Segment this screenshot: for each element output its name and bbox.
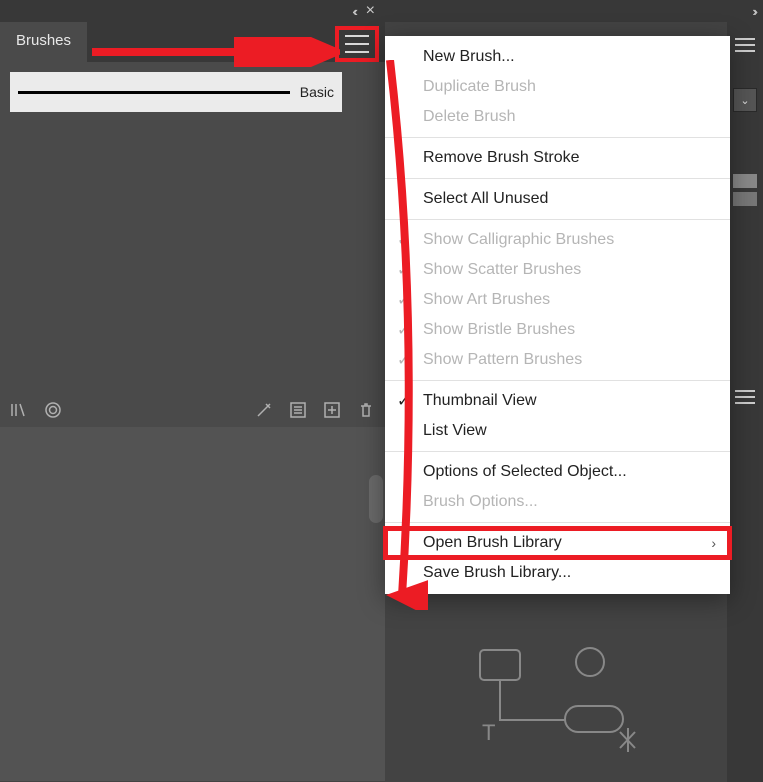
menu-item-show-calligraphic: ✓ Show Calligraphic Brushes (385, 225, 730, 255)
panel-topbar-left: ‹‹ × (0, 0, 385, 22)
menu-item-save-brush-library[interactable]: Save Brush Library... (385, 558, 730, 588)
menu-item-label: Save Brush Library... (423, 564, 571, 582)
brushes-panel: Brushes Basic (0, 22, 385, 427)
hamburger-icon[interactable] (735, 390, 755, 404)
menu-item-show-pattern: ✓ Show Pattern Brushes (385, 345, 730, 375)
menu-item-remove-brush-stroke[interactable]: Remove Brush Stroke (385, 143, 730, 173)
dropdown-toggle[interactable]: ⌄ (733, 88, 757, 112)
swatch-block[interactable] (733, 174, 757, 188)
menu-item-label: Options of Selected Object... (423, 463, 627, 481)
menu-item-label: New Brush... (423, 48, 515, 66)
menu-item-label: Brush Options... (423, 493, 538, 511)
menu-separator (385, 178, 730, 179)
library-icon[interactable] (10, 401, 28, 419)
menu-item-label: Open Brush Library (423, 534, 562, 552)
menu-item-thumbnail-view[interactable]: ✓ Thumbnail View (385, 386, 730, 416)
menu-item-options-selected[interactable]: Options of Selected Object... (385, 457, 730, 487)
remove-stroke-icon[interactable] (255, 401, 273, 419)
menu-item-label: Delete Brush (423, 108, 516, 126)
canvas-area (0, 427, 385, 781)
close-icon[interactable]: × (366, 2, 375, 20)
menu-item-label: Show Art Brushes (423, 291, 550, 309)
brush-stroke-preview (18, 91, 290, 94)
tab-brushes[interactable]: Brushes (0, 22, 87, 62)
menu-item-label: Show Pattern Brushes (423, 351, 582, 369)
menu-item-brush-options: Brush Options... (385, 487, 730, 517)
new-brush-icon[interactable] (323, 401, 341, 419)
menu-item-show-art: ✓ Show Art Brushes (385, 285, 730, 315)
panel-menu-wrap (329, 22, 385, 62)
menu-item-new-brush[interactable]: New Brush... (385, 42, 730, 72)
menu-item-label: List View (423, 422, 487, 440)
check-icon: ✓ (397, 391, 410, 411)
brush-label: Basic (300, 84, 334, 100)
menu-separator (385, 137, 730, 138)
menu-item-label: Thumbnail View (423, 392, 537, 410)
menu-item-duplicate-brush: Duplicate Brush (385, 72, 730, 102)
check-icon: ✓ (397, 320, 410, 340)
svg-text:T: T (482, 720, 495, 745)
chevron-right-icon: › (711, 535, 716, 551)
libraries-cloud-icon[interactable] (44, 401, 62, 419)
menu-separator (385, 522, 730, 523)
check-icon: ✓ (397, 230, 410, 250)
menu-item-show-bristle: ✓ Show Bristle Brushes (385, 315, 730, 345)
menu-separator (385, 380, 730, 381)
menu-item-open-brush-library[interactable]: Open Brush Library › (385, 528, 730, 558)
annotation-highlight-menu-button (335, 26, 379, 62)
brush-swatch-basic[interactable]: Basic (10, 72, 342, 112)
panel-menu-button[interactable] (345, 35, 369, 53)
brush-list-area: Basic (0, 62, 385, 122)
scrollbar-handle[interactable] (369, 475, 383, 523)
right-panel-strip: ⌄ (727, 22, 763, 782)
brushes-flyout-menu: New Brush... Duplicate Brush Delete Brush R… (385, 36, 730, 594)
brushes-panel-footer (0, 393, 385, 427)
brushes-tabbar: Brushes (0, 22, 385, 62)
options-icon[interactable] (289, 401, 307, 419)
menu-separator (385, 451, 730, 452)
menu-item-select-all-unused[interactable]: Select All Unused (385, 184, 730, 214)
check-icon: ✓ (397, 350, 410, 370)
collapse-icon[interactable]: ‹‹ (352, 4, 355, 19)
hamburger-icon[interactable] (735, 38, 755, 52)
menu-item-label: Remove Brush Stroke (423, 149, 580, 167)
menu-item-label: Duplicate Brush (423, 78, 536, 96)
menu-item-label: Show Calligraphic Brushes (423, 231, 614, 249)
background-artwork: T (470, 640, 660, 765)
expand-icon[interactable]: ›› (752, 4, 755, 19)
menu-item-label: Select All Unused (423, 190, 548, 208)
menu-separator (385, 219, 730, 220)
menu-item-list-view[interactable]: List View (385, 416, 730, 446)
panel-topbar-right: ›› (385, 0, 763, 22)
check-icon: ✓ (397, 290, 410, 310)
menu-item-label: Show Bristle Brushes (423, 321, 575, 339)
delete-icon[interactable] (357, 401, 375, 419)
swatch-block[interactable] (733, 192, 757, 206)
menu-item-show-scatter: ✓ Show Scatter Brushes (385, 255, 730, 285)
menu-item-delete-brush: Delete Brush (385, 102, 730, 132)
check-icon: ✓ (397, 260, 410, 280)
menu-item-label: Show Scatter Brushes (423, 261, 581, 279)
